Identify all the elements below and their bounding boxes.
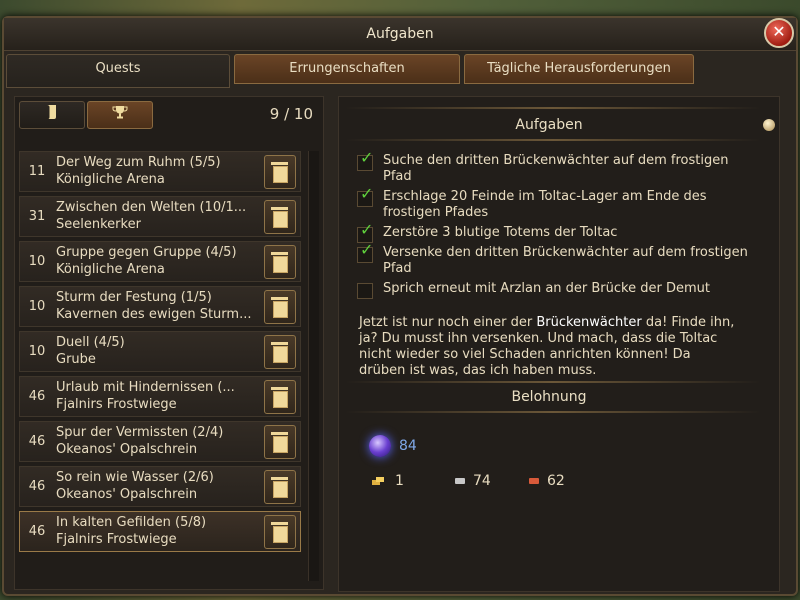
subtab-completed[interactable] <box>87 101 153 129</box>
trash-icon[interactable] <box>264 380 296 414</box>
quest-title: Der Weg zum Ruhm (5/5) <box>56 155 221 170</box>
reward-copper: 62 <box>547 473 565 489</box>
tab-daily-challenges[interactable]: Tägliche Herausforderungen <box>464 54 694 84</box>
checkmark-icon: ✓ <box>360 148 374 167</box>
task-item: ✓ Zerstöre 3 blutige Totems der Toltac <box>357 220 757 243</box>
quest-count: 9 / 10 <box>269 105 313 123</box>
list-item[interactable]: 11 Der Weg zum Ruhm (5/5) Königliche Are… <box>19 151 301 192</box>
quest-title: Zwischen den Welten (10/1... <box>56 200 247 215</box>
quest-level: 31 <box>28 209 46 224</box>
subtab-quests[interactable] <box>19 101 85 129</box>
desc-highlight: Brückenwächter <box>536 315 642 330</box>
window-title: Aufgaben <box>4 18 796 51</box>
gold-coins-icon <box>372 477 384 485</box>
quest-location: Grube <box>56 352 96 367</box>
trash-icon[interactable] <box>264 470 296 504</box>
quest-title: Gruppe gegen Gruppe (4/5) <box>56 245 237 260</box>
list-item[interactable]: 10 Gruppe gegen Gruppe (4/5) Königliche … <box>19 241 301 282</box>
quest-level: 10 <box>28 254 46 269</box>
quest-location: Königliche Arena <box>56 172 165 187</box>
task-item: ✓ Suche den dritten Brückenwächter auf d… <box>357 150 757 185</box>
quest-title: In kalten Gefilden (5/8) <box>56 515 207 530</box>
checkbox: ✓ <box>357 242 373 263</box>
trash-icon[interactable] <box>264 200 296 234</box>
checkmark-icon: ✓ <box>360 240 374 259</box>
quest-title: Sturm der Festung (1/5) <box>56 290 212 305</box>
reward-gold: 1 <box>395 473 404 489</box>
quest-location: Fjalnirs Frostwiege <box>56 532 177 547</box>
quest-title: Spur der Vermissten (2/4) <box>56 425 224 440</box>
quest-list-scrollbar[interactable] <box>308 151 319 581</box>
quest-level: 10 <box>28 299 46 314</box>
quest-level: 46 <box>28 434 46 449</box>
list-item[interactable]: 46 So rein wie Wasser (2/6) Okeanos' Opa… <box>19 466 301 507</box>
task-item: ✓ Erschlage 20 Feinde im Toltac-Lager am… <box>357 186 757 221</box>
trash-icon[interactable] <box>264 425 296 459</box>
task-text: Zerstöre 3 blutige Totems der Toltac <box>383 225 618 240</box>
task-text: Suche den dritten Brückenwächter auf dem… <box>383 153 729 184</box>
copper-coins-icon <box>529 478 539 484</box>
checkmark-icon: ✓ <box>360 184 374 203</box>
task-item: Sprich erneut mit Arzlan an der Brücke d… <box>357 281 757 299</box>
quest-level: 46 <box>28 479 46 494</box>
xp-orb-icon <box>369 435 391 457</box>
scroll-icon <box>45 105 59 124</box>
trash-icon[interactable] <box>264 290 296 324</box>
main-tabs: Quests Errungenschaften Tägliche Herausf… <box>6 54 796 88</box>
quest-level: 46 <box>28 524 46 539</box>
trash-icon[interactable] <box>264 515 296 549</box>
trash-icon[interactable] <box>264 155 296 189</box>
divider <box>345 411 761 413</box>
quest-level: 11 <box>28 164 46 179</box>
quest-details-panel: Aufgaben ✓ Suche den dritten Brückenwäch… <box>338 96 780 592</box>
quest-level: 10 <box>28 344 46 359</box>
reward-xp: 84 <box>399 438 417 454</box>
list-item[interactable]: 46 Spur der Vermissten (2/4) Okeanos' Op… <box>19 421 301 462</box>
trophy-icon <box>112 106 128 124</box>
quest-list: 11 Der Weg zum Ruhm (5/5) Königliche Are… <box>19 151 301 556</box>
quest-location: Okeanos' Opalschrein <box>56 487 198 502</box>
checkbox <box>357 283 373 299</box>
quest-location: Fjalnirs Frostwiege <box>56 397 177 412</box>
list-item[interactable]: 10 Duell (4/5) Grube <box>19 331 301 372</box>
quest-title: Duell (4/5) <box>56 335 125 350</box>
quest-description: Jetzt ist nur noch einer der Brückenwäch… <box>359 315 739 379</box>
silver-coins-icon <box>455 478 465 484</box>
trash-icon[interactable] <box>264 335 296 369</box>
quest-title: Urlaub mit Hindernissen (... <box>56 380 235 395</box>
trash-icon[interactable] <box>264 245 296 279</box>
checkbox: ✓ <box>357 150 373 171</box>
quest-location: Kavernen des ewigen Sturm... <box>56 307 252 322</box>
task-text: Versenke den dritten Brückenwächter auf … <box>383 245 748 276</box>
task-item: ✓ Versenke den dritten Brückenwächter au… <box>357 242 757 277</box>
task-text: Sprich erneut mit Arzlan an der Brücke d… <box>383 281 710 296</box>
quest-location: Okeanos' Opalschrein <box>56 442 198 457</box>
checkbox: ✓ <box>357 186 373 207</box>
list-item-selected[interactable]: 46 In kalten Gefilden (5/8) Fjalnirs Fro… <box>19 511 301 552</box>
reward-title: Belohnung <box>511 389 587 405</box>
reward-silver: 74 <box>473 473 491 489</box>
divider <box>345 139 761 141</box>
tab-quests[interactable]: Quests <box>6 54 230 88</box>
tasks-title: Aufgaben <box>515 117 583 133</box>
list-item[interactable]: 46 Urlaub mit Hindernissen (... Fjalnirs… <box>19 376 301 417</box>
desc-text: Jetzt ist nur noch einer der <box>359 315 537 330</box>
quest-level: 46 <box>28 389 46 404</box>
checkmark-icon: ✓ <box>360 220 374 239</box>
task-text: Erschlage 20 Feinde im Toltac-Lager am E… <box>383 189 707 220</box>
quest-title: So rein wie Wasser (2/6) <box>56 470 214 485</box>
list-item[interactable]: 31 Zwischen den Welten (10/1... Seelenke… <box>19 196 301 237</box>
details-scroll-handle[interactable] <box>763 119 775 131</box>
quest-location: Seelenkerker <box>56 217 141 232</box>
list-item[interactable]: 10 Sturm der Festung (1/5) Kavernen des … <box>19 286 301 327</box>
divider <box>345 381 761 383</box>
tab-achievements[interactable]: Errungenschaften <box>234 54 460 84</box>
divider <box>345 107 761 109</box>
quest-location: Königliche Arena <box>56 262 165 277</box>
quest-list-panel: 9 / 10 11 Der Weg zum Ruhm (5/5) Königli… <box>14 96 324 590</box>
close-button[interactable]: ✕ <box>764 18 794 48</box>
quest-window: Aufgaben ✕ Quests Errungenschaften Tägli… <box>2 16 798 596</box>
